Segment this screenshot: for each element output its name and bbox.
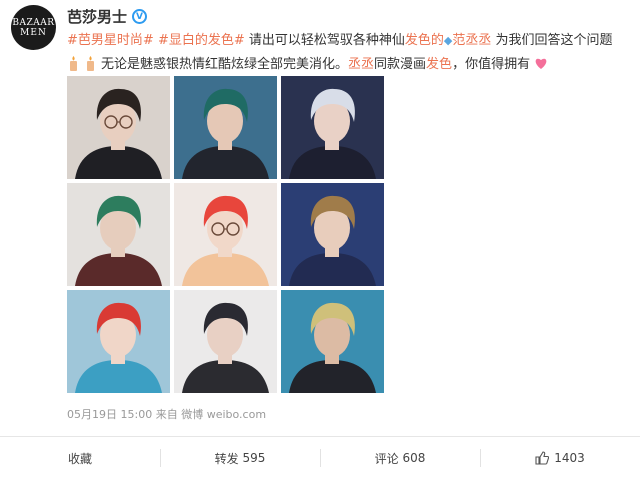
keyword-highlight[interactable]: 发色的 (405, 33, 444, 48)
heart-emoji-icon (535, 58, 547, 69)
photo-thumbnail[interactable] (67, 183, 170, 286)
post-text: 请出可以轻松驾驭各种神仙 (244, 33, 405, 48)
source-prefix: 来自 (155, 408, 178, 421)
comment-label: 评论 (374, 451, 399, 466)
photo-thumbnail[interactable] (174, 76, 277, 179)
photo-thumbnail[interactable] (174, 290, 277, 393)
comment-count: 608 (402, 451, 426, 465)
photo-thumbnail[interactable] (281, 76, 384, 179)
candle-emoji-icon (70, 56, 77, 71)
post-text-line2: 无论是魅惑银热情红酷炫绿全部完美消化。丞丞同款漫画发色，你值得拥有 (67, 53, 548, 72)
thumbs-up-icon (535, 451, 550, 465)
post-text: 无论是魅惑银热情红酷炫绿全部完美消化。 (101, 57, 349, 72)
post-text: ，你值得拥有 (452, 57, 531, 72)
candle-emoji-icon (87, 56, 94, 71)
post-source[interactable]: 微博 weibo.com (181, 408, 266, 421)
action-bar-top-divider (0, 436, 640, 437)
repost-label: 转发 (214, 451, 239, 466)
photo-thumbnail[interactable] (67, 76, 170, 179)
mention-link[interactable]: 范丞丞 (452, 33, 491, 48)
hashtag-link[interactable]: #芭男星时尚# (67, 33, 154, 48)
post-text: 同款漫画 (374, 57, 427, 72)
like-button[interactable]: 1403 (480, 443, 640, 473)
photo-thumbnail[interactable] (281, 290, 384, 393)
hashtag-link[interactable]: #显白的发色# (158, 33, 245, 48)
photo-thumbnail[interactable] (67, 290, 170, 393)
post-text: 为我们回答这个问题 (491, 33, 613, 48)
avatar-logo-line1: BAZAAR (12, 17, 55, 28)
keyword-highlight[interactable]: 丞丞 (348, 57, 374, 72)
post-text-line1: #芭男星时尚# #显白的发色# 请出可以轻松驾驭各种神仙发色的◆范丞丞 为我们回… (67, 29, 613, 48)
post-meta: 05月19日 15:00 来自 微博 weibo.com (67, 406, 266, 422)
account-name[interactable]: 芭莎男士 (67, 6, 127, 27)
repost-button[interactable]: 转发 595 (160, 443, 320, 473)
photo-grid (67, 76, 384, 394)
avatar-logo-line2: MEN (20, 27, 47, 38)
comment-button[interactable]: 评论 608 (320, 443, 480, 473)
photo-thumbnail[interactable] (281, 183, 384, 286)
repost-count: 595 (242, 451, 266, 465)
verified-badge-icon: V (132, 9, 148, 24)
post-date[interactable]: 05月19日 15:00 (67, 408, 152, 421)
favorite-label: 收藏 (67, 451, 92, 466)
like-count: 1403 (554, 451, 585, 465)
photo-thumbnail[interactable] (174, 183, 277, 286)
favorite-button[interactable]: 收藏 (0, 443, 160, 473)
keyword-highlight[interactable]: 发色 (426, 57, 452, 72)
account-header: 芭莎男士 V (67, 6, 148, 27)
account-avatar[interactable]: BAZAAR MEN (11, 5, 56, 50)
